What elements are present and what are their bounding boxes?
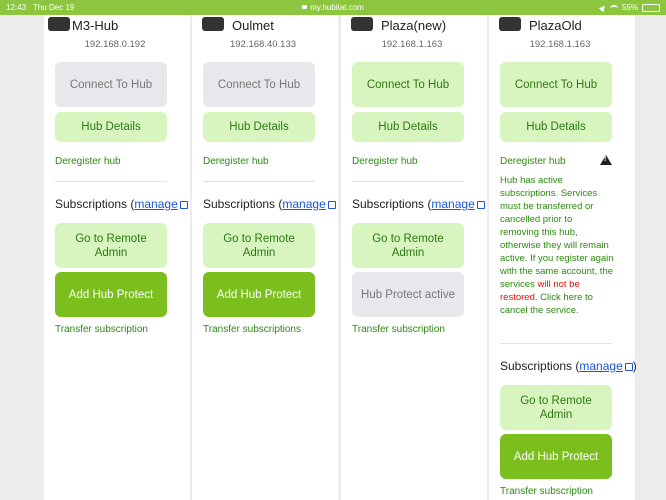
hub-icon [351, 17, 373, 31]
deregister-hub-link[interactable]: Deregister hub [203, 156, 269, 167]
hub-details-button[interactable]: Hub Details [352, 112, 464, 142]
subscriptions-heading: Subscriptions (manage [352, 197, 485, 211]
external-link-icon[interactable] [327, 201, 336, 209]
divider [55, 181, 167, 182]
external-link-icon[interactable] [624, 363, 633, 371]
divider [500, 343, 612, 344]
divider [352, 181, 464, 182]
hub-protect-active-button: Hub Protect active [352, 272, 464, 317]
active-subscriptions-notice: Hub has active subscriptions. Services m… [500, 174, 614, 317]
subscriptions-label: Subscriptions ( [500, 359, 580, 373]
hub-details-button[interactable]: Hub Details [203, 112, 315, 142]
subscriptions-close-paren: ) [632, 359, 637, 373]
lock-icon [302, 5, 308, 9]
manage-link[interactable]: manage [282, 197, 325, 211]
hub-card-plaza-new: Plaza(new) 192.168.1.163 Connect To Hub … [341, 15, 487, 500]
transfer-subscriptions-link[interactable]: Transfer subscriptions [203, 324, 301, 335]
subscriptions-heading: Subscriptions (manage [55, 197, 188, 211]
hub-name: M3-Hub [72, 18, 119, 33]
battery-icon [642, 3, 660, 12]
hub-card-m3-hub: M3-Hub 192.168.0.192 Connect To Hub Hub … [44, 15, 190, 500]
subscriptions-label: Subscriptions ( [55, 197, 135, 211]
add-hub-protect-button[interactable]: Add Hub Protect [55, 272, 167, 317]
transfer-subscription-link[interactable]: Transfer subscription [352, 324, 445, 335]
location-arrow-icon [598, 3, 608, 12]
status-indicators: 55% [598, 0, 660, 15]
go-to-remote-admin-button[interactable]: Go to Remote Admin [55, 223, 167, 268]
hub-card-oulmet: Oulmet 192.168.40.133 Connect To Hub Hub… [192, 15, 338, 500]
go-to-remote-admin-button[interactable]: Go to Remote Admin [352, 223, 464, 268]
external-link-icon[interactable] [476, 201, 485, 209]
hub-name: Plaza(new) [381, 18, 447, 33]
connect-to-hub-button[interactable]: Connect To Hub [500, 62, 612, 107]
external-link-icon[interactable] [179, 201, 188, 209]
divider [203, 181, 315, 182]
hub-name: Oulmet [232, 18, 274, 33]
notice-text: Hub has active subscriptions. Services m… [500, 175, 614, 290]
hub-icon [202, 17, 224, 31]
hub-details-button[interactable]: Hub Details [500, 112, 612, 142]
hub-name: PlazaOld [529, 18, 582, 33]
subscriptions-heading: Subscriptions (manage [203, 197, 336, 211]
go-to-remote-admin-button[interactable]: Go to Remote Admin [500, 385, 612, 430]
connect-to-hub-button[interactable]: Connect To Hub [352, 62, 464, 107]
hub-card-plazaold: PlazaOld 192.168.1.163 Connect To Hub Hu… [489, 15, 637, 500]
address-url: my.hubitat.com [310, 3, 364, 12]
warning-icon [600, 155, 612, 165]
hub-ip: 192.168.1.163 [381, 39, 443, 50]
address-bar[interactable]: my.hubitat.com [0, 0, 666, 15]
deregister-hub-link[interactable]: Deregister hub [500, 156, 566, 167]
hub-details-button[interactable]: Hub Details [55, 112, 167, 142]
battery-percent: 55% [621, 3, 638, 12]
go-to-remote-admin-button[interactable]: Go to Remote Admin [203, 223, 315, 268]
manage-link[interactable]: manage [579, 359, 622, 373]
subscriptions-label: Subscriptions ( [203, 197, 283, 211]
hub-icon [48, 17, 70, 31]
deregister-hub-link[interactable]: Deregister hub [55, 156, 121, 167]
manage-link[interactable]: manage [134, 197, 177, 211]
add-hub-protect-button[interactable]: Add Hub Protect [500, 434, 612, 479]
hub-ip: 192.168.0.192 [84, 39, 146, 50]
wifi-icon [609, 4, 618, 11]
status-bar: 12:43 Thu Dec 19 my.hubitat.com 55% [0, 0, 666, 15]
deregister-hub-link[interactable]: Deregister hub [352, 156, 418, 167]
subscriptions-label: Subscriptions ( [352, 197, 432, 211]
subscriptions-heading: Subscriptions (manage) [500, 359, 637, 373]
connect-to-hub-button[interactable]: Connect To Hub [203, 62, 315, 107]
transfer-subscription-link[interactable]: Transfer subscription [500, 486, 593, 497]
hub-ip: 192.168.40.133 [229, 39, 297, 50]
add-hub-protect-button[interactable]: Add Hub Protect [203, 272, 315, 317]
transfer-subscription-link[interactable]: Transfer subscription [55, 324, 148, 335]
manage-link[interactable]: manage [431, 197, 474, 211]
hub-icon [499, 17, 521, 31]
hub-ip: 192.168.1.163 [529, 39, 591, 50]
connect-to-hub-button[interactable]: Connect To Hub [55, 62, 167, 107]
